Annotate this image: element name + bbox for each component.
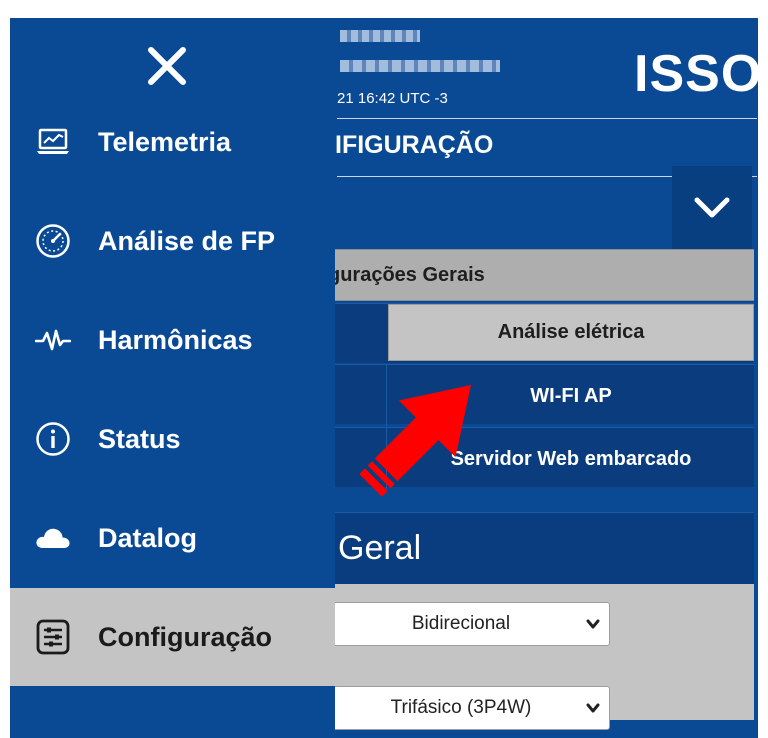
side-drawer: Telemetria Análise de FP Harmônicas Stat… (10, 18, 335, 738)
sidebar-item-label: Datalog (98, 522, 198, 553)
laptop-chart-icon (34, 123, 72, 161)
brand-logo-text: ISSO (634, 45, 758, 103)
cloud-icon (34, 519, 72, 557)
divider (337, 118, 757, 119)
direction-select[interactable]: Bidirecional (330, 602, 610, 646)
phase-select[interactable]: Trifásico (3P4W) (330, 686, 610, 730)
chevron-down-icon (586, 619, 600, 629)
select-value: Trifásico (3P4W) (390, 697, 532, 718)
sidebar-item-label: Telemetria (98, 126, 232, 157)
expand-menu-button[interactable] (672, 166, 752, 250)
chevron-down-icon (586, 703, 600, 713)
chevron-down-icon (694, 197, 730, 218)
page-title: IFIGURAÇÃO (335, 131, 494, 159)
submenu-item-servidor-web[interactable]: Servidor Web embarcado (388, 429, 754, 489)
select-value: Bidirecional (411, 613, 511, 634)
panel-title: Geral (328, 512, 754, 584)
info-icon (34, 420, 72, 458)
sidebar-item-label: Harmônicas (98, 324, 253, 355)
sidebar-item-status[interactable]: Status (10, 390, 335, 488)
close-button[interactable] (143, 42, 191, 90)
sidebar-item-configuracao[interactable]: Configuração (10, 588, 335, 686)
gauge-icon (34, 222, 72, 260)
submenu-item-analise-eletrica[interactable]: Análise elétrica (388, 304, 754, 361)
timestamp: 21 16:42 UTC -3 (337, 90, 448, 107)
close-icon (148, 47, 186, 85)
submenu-item-wifi-ap[interactable]: WI-FI AP (388, 366, 754, 426)
sidebar-item-label: Configuração (98, 621, 273, 652)
sidebar-item-harmonicas[interactable]: Harmônicas (10, 291, 335, 389)
blurred-header-text (340, 60, 500, 72)
sidebar-item-datalog[interactable]: Datalog (10, 489, 335, 587)
sidebar-item-analise-fp[interactable]: Análise de FP (10, 192, 335, 290)
sidebar-item-label: Status (98, 423, 181, 454)
sidebar-item-telemetria[interactable]: Telemetria (10, 93, 335, 191)
settings-list-icon (34, 618, 72, 656)
blurred-header-text (340, 30, 420, 42)
divider (386, 364, 387, 489)
waveform-icon (34, 321, 72, 359)
sidebar-item-label: Análise de FP (98, 225, 276, 256)
submenu-header[interactable]: gurações Gerais (328, 249, 754, 301)
